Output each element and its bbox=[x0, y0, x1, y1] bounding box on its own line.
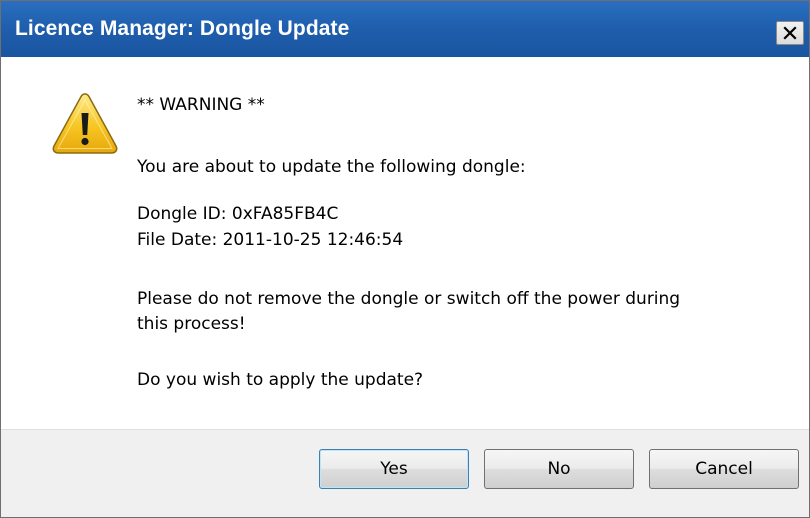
dongle-id-text: Dongle ID: 0xFA85FB4C bbox=[137, 204, 339, 224]
close-button[interactable] bbox=[776, 21, 804, 45]
cancel-button[interactable]: Cancel bbox=[649, 449, 799, 489]
warning-heading: ** WARNING ** bbox=[137, 95, 265, 115]
dialog-window: Licence Manager: Dongle Update ** WARNIN… bbox=[0, 0, 810, 518]
title-bar[interactable]: Licence Manager: Dongle Update bbox=[1, 1, 809, 57]
no-button[interactable]: No bbox=[484, 449, 634, 489]
warning-icon bbox=[52, 93, 118, 154]
caution-text-line1: Please do not remove the dongle or switc… bbox=[137, 289, 681, 309]
intro-text: You are about to update the following do… bbox=[137, 157, 526, 177]
yes-button[interactable]: Yes bbox=[319, 449, 469, 489]
close-icon bbox=[783, 26, 797, 40]
file-date-text: File Date: 2011-10-25 12:46:54 bbox=[137, 230, 404, 250]
caution-text-line2: this process! bbox=[137, 314, 246, 334]
window-title: Licence Manager: Dongle Update bbox=[15, 17, 350, 40]
question-text: Do you wish to apply the update? bbox=[137, 370, 424, 390]
